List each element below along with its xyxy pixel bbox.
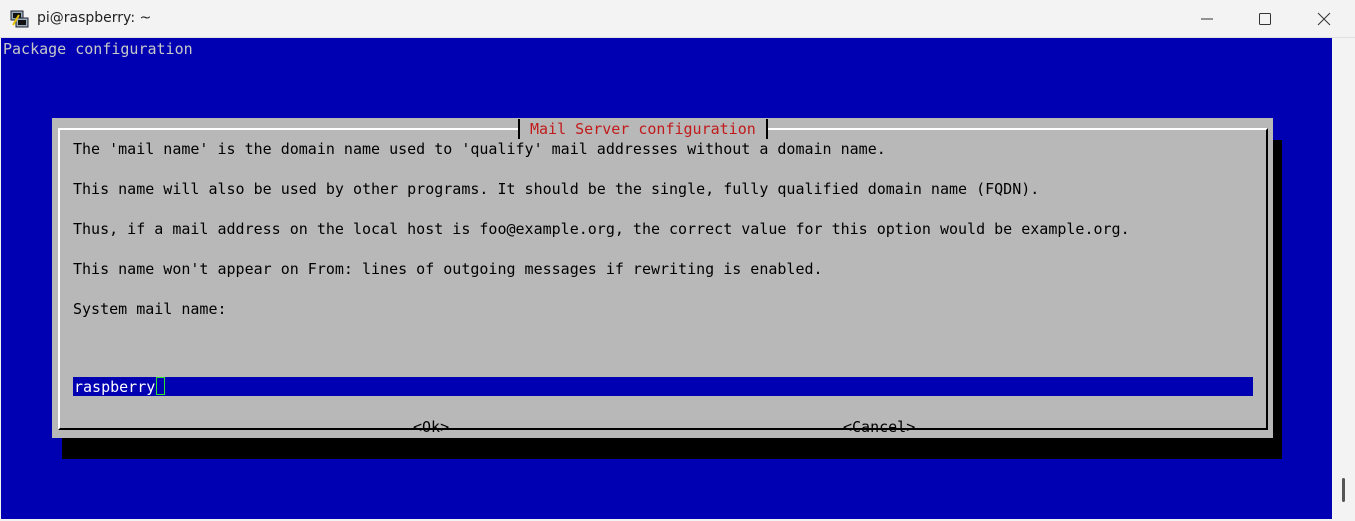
maximize-button[interactable] xyxy=(1236,0,1294,37)
putty-icon[interactable] xyxy=(10,9,30,29)
window-title: pi@raspberry: ~ xyxy=(37,10,152,26)
system-mail-name-label: System mail name: xyxy=(73,300,227,318)
dialog-paragraph-4: This name won't appear on From: lines of… xyxy=(73,260,823,278)
dialog-paragraph-1: The 'mail name' is the domain name used … xyxy=(73,140,886,158)
ok-button[interactable]: <Ok> xyxy=(413,417,449,437)
maximize-icon xyxy=(1259,13,1271,25)
minimize-icon xyxy=(1201,18,1213,20)
close-button[interactable] xyxy=(1295,0,1353,37)
mail-server-dialog: Mail Server configuration The 'mail name… xyxy=(52,118,1273,438)
scrollbar-thumb[interactable] xyxy=(1342,478,1345,502)
system-mail-name-input[interactable]: raspberry xyxy=(73,377,1253,396)
scrollbar[interactable] xyxy=(1332,38,1355,521)
terminal-screen[interactable]: Package configuration Mail Server config… xyxy=(1,38,1332,519)
input-value: raspberry xyxy=(74,378,156,396)
cancel-button[interactable]: <Cancel> xyxy=(843,417,915,437)
dialog-title: Mail Server configuration xyxy=(518,119,768,139)
dialog-paragraph-3: Thus, if a mail address on the local hos… xyxy=(73,220,1130,238)
text-cursor xyxy=(156,377,166,395)
package-configuration-header: Package configuration xyxy=(3,40,193,58)
close-icon xyxy=(1317,12,1331,26)
minimize-button[interactable] xyxy=(1178,0,1236,37)
window-titlebar[interactable]: pi@raspberry: ~ xyxy=(0,0,1355,38)
dialog-paragraph-2: This name will also be used by other pro… xyxy=(73,180,1040,198)
